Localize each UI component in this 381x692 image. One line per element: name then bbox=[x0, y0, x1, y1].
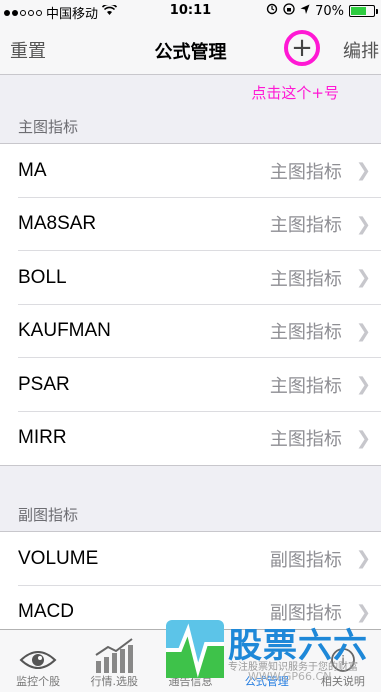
section-header-sub: 副图指标 bbox=[18, 506, 79, 524]
chevron-right-icon: ❯ bbox=[355, 601, 371, 623]
add-formula-button[interactable]: + bbox=[284, 30, 320, 66]
navigation-bar: 重置 公式管理 + 编排 bbox=[0, 22, 381, 75]
list-item[interactable]: KAUFMAN 主图指标 ❯ bbox=[0, 305, 381, 359]
indicator-name: KAUFMAN bbox=[18, 320, 111, 342]
indicator-name: MA8SAR bbox=[18, 213, 97, 235]
indicator-type: 主图指标 bbox=[269, 429, 342, 451]
indicator-name: MACD bbox=[18, 601, 74, 623]
indicator-name: MA bbox=[18, 159, 47, 181]
indicator-type: 主图指标 bbox=[269, 161, 342, 183]
plus-icon: + bbox=[291, 33, 313, 63]
chevron-right-icon: ❯ bbox=[355, 374, 371, 396]
sub-indicator-list: VOLUME 副图指标 ❯ MACD 副图指标 ❯ bbox=[0, 531, 381, 640]
list-item[interactable]: MA 主图指标 ❯ bbox=[0, 144, 381, 198]
indicator-type: 副图指标 bbox=[269, 549, 342, 571]
chevron-right-icon: ❯ bbox=[355, 267, 371, 289]
main-indicator-list: MA 主图指标 ❯ MA8SAR 主图指标 ❯ BOLL 主图指标 ❯ KAUF… bbox=[0, 143, 381, 466]
battery-icon bbox=[349, 5, 378, 17]
tab-label: 行情.选股 bbox=[90, 675, 139, 688]
tab-label: 监控个股 bbox=[16, 675, 61, 688]
status-right: 70% bbox=[266, 3, 378, 19]
list-item[interactable]: BOLL 主图指标 ❯ bbox=[0, 251, 381, 305]
indicator-name: VOLUME bbox=[18, 547, 99, 569]
annotation-hint: 点击这个+号 bbox=[251, 84, 339, 102]
chevron-right-icon: ❯ bbox=[355, 160, 371, 182]
chevron-right-icon: ❯ bbox=[355, 213, 371, 235]
info-icon: i bbox=[323, 633, 363, 673]
indicator-type: 主图指标 bbox=[269, 375, 342, 397]
eye-icon bbox=[18, 633, 58, 673]
status-bar: 中国移动 10:11 70% bbox=[0, 0, 381, 22]
sync-icon bbox=[266, 3, 278, 19]
list-item[interactable]: MIRR 主图指标 ❯ bbox=[0, 412, 381, 466]
tab-label: 公式管理 bbox=[244, 675, 289, 688]
tab-monitor[interactable]: 监控个股 bbox=[0, 630, 76, 692]
indicator-type: 副图指标 bbox=[269, 603, 342, 625]
indicator-name: BOLL bbox=[18, 266, 67, 288]
indicator-type: 主图指标 bbox=[269, 268, 342, 290]
tab-help[interactable]: i 相关说明 bbox=[305, 630, 381, 692]
section-header-main: 主图指标 bbox=[18, 118, 79, 136]
list-item[interactable]: VOLUME 副图指标 ❯ bbox=[0, 532, 381, 586]
bar-chart-icon bbox=[94, 633, 134, 673]
tab-market[interactable]: 行情.选股 bbox=[76, 630, 152, 692]
list-item[interactable]: MA8SAR 主图指标 ❯ bbox=[0, 198, 381, 252]
tab-label: 通告信息 bbox=[168, 675, 213, 688]
chevron-right-icon: ❯ bbox=[355, 548, 371, 570]
battery-percent: 70% bbox=[315, 3, 344, 19]
tab-label: 相关说明 bbox=[320, 675, 365, 688]
rotation-lock-icon bbox=[283, 3, 295, 19]
page-title: 公式管理 bbox=[154, 42, 227, 63]
indicator-type: 主图指标 bbox=[269, 215, 342, 237]
chevron-right-icon: ❯ bbox=[355, 427, 371, 449]
edit-button[interactable]: 编排 bbox=[343, 37, 379, 63]
indicator-name: PSAR bbox=[18, 373, 70, 395]
indicator-type: 主图指标 bbox=[269, 322, 342, 344]
location-icon bbox=[300, 4, 310, 19]
svg-text:i: i bbox=[341, 654, 345, 669]
tab-notice[interactable]: 通告信息 bbox=[152, 630, 228, 692]
list-item[interactable]: PSAR 主图指标 ❯ bbox=[0, 358, 381, 412]
indicator-name: MIRR bbox=[18, 427, 67, 449]
tab-formula[interactable]: 公式管理 bbox=[229, 630, 305, 692]
formula-icon bbox=[247, 633, 287, 673]
tab-bar: 监控个股 行情.选股 通告信息 公式管理 i 相关说明 bbox=[0, 629, 381, 692]
bell-icon bbox=[171, 633, 211, 673]
chevron-right-icon: ❯ bbox=[355, 320, 371, 342]
